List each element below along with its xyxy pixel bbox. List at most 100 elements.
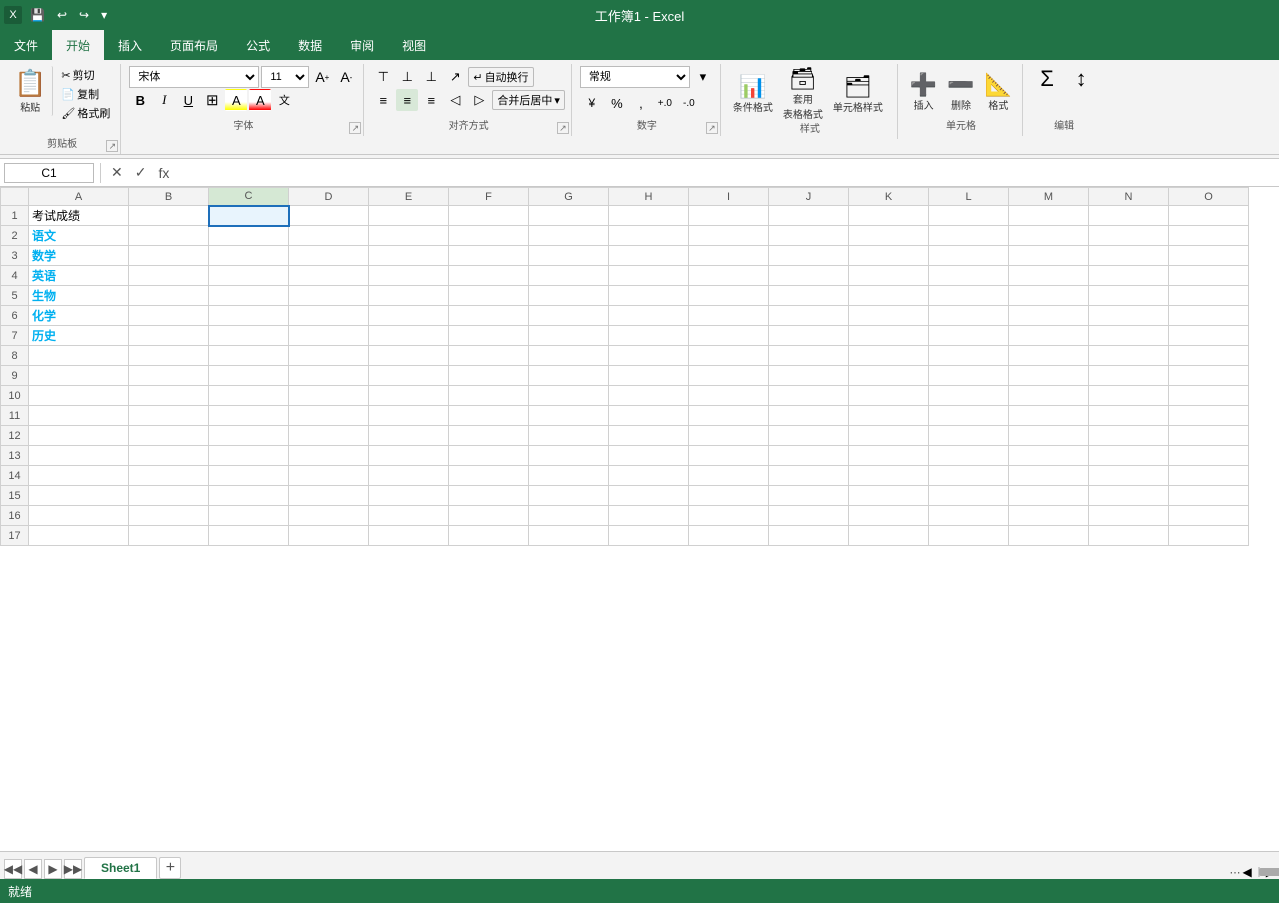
conditional-format-button[interactable]: 📊 条件格式: [729, 74, 777, 116]
delete-cells-button[interactable]: ➖ 删除: [943, 72, 978, 114]
cell-G14[interactable]: [529, 466, 609, 486]
save-button[interactable]: 💾: [26, 6, 49, 24]
cell-I7[interactable]: [689, 326, 769, 346]
paste-button[interactable]: 📋 粘贴: [10, 66, 53, 116]
scrollbar-thumb[interactable]: [1259, 868, 1279, 876]
cell-J9[interactable]: [769, 366, 849, 386]
cell-O8[interactable]: [1169, 346, 1249, 366]
cell-J11[interactable]: [769, 406, 849, 426]
cell-D12[interactable]: [289, 426, 369, 446]
cell-N5[interactable]: [1089, 286, 1169, 306]
cell-K15[interactable]: [849, 486, 929, 506]
cell-M2[interactable]: [1009, 226, 1089, 246]
col-header-F[interactable]: F: [449, 188, 529, 206]
cell-B5[interactable]: [129, 286, 209, 306]
cell-E8[interactable]: [369, 346, 449, 366]
cell-N6[interactable]: [1089, 306, 1169, 326]
cell-I13[interactable]: [689, 446, 769, 466]
cell-B12[interactable]: [129, 426, 209, 446]
cell-O2[interactable]: [1169, 226, 1249, 246]
row-header-13[interactable]: 13: [1, 446, 29, 466]
cell-G16[interactable]: [529, 506, 609, 526]
cell-J16[interactable]: [769, 506, 849, 526]
cell-B1[interactable]: [129, 206, 209, 226]
font-name-select[interactable]: 宋体: [129, 66, 259, 88]
cell-K10[interactable]: [849, 386, 929, 406]
sheet-nav-first[interactable]: ◀◀: [4, 859, 22, 879]
cell-O12[interactable]: [1169, 426, 1249, 446]
cell-B14[interactable]: [129, 466, 209, 486]
cell-I9[interactable]: [689, 366, 769, 386]
cell-F14[interactable]: [449, 466, 529, 486]
col-header-A[interactable]: A: [29, 188, 129, 206]
cell-H4[interactable]: [609, 266, 689, 286]
cell-N4[interactable]: [1089, 266, 1169, 286]
cell-F1[interactable]: [449, 206, 529, 226]
row-header-16[interactable]: 16: [1, 506, 29, 526]
cell-I17[interactable]: [689, 526, 769, 546]
cell-H14[interactable]: [609, 466, 689, 486]
cell-M9[interactable]: [1009, 366, 1089, 386]
comma-button[interactable]: ,: [630, 92, 652, 114]
col-header-L[interactable]: L: [929, 188, 1009, 206]
cell-F5[interactable]: [449, 286, 529, 306]
cell-M6[interactable]: [1009, 306, 1089, 326]
cell-N2[interactable]: [1089, 226, 1169, 246]
cell-K3[interactable]: [849, 246, 929, 266]
mid-align-button[interactable]: ⊥: [396, 66, 418, 88]
cell-A15[interactable]: [29, 486, 129, 506]
cell-F7[interactable]: [449, 326, 529, 346]
tab-data[interactable]: 数据: [284, 30, 336, 60]
cell-G4[interactable]: [529, 266, 609, 286]
col-header-H[interactable]: H: [609, 188, 689, 206]
cell-A10[interactable]: [29, 386, 129, 406]
row-header-11[interactable]: 11: [1, 406, 29, 426]
cell-D9[interactable]: [289, 366, 369, 386]
cell-H16[interactable]: [609, 506, 689, 526]
col-header-O[interactable]: O: [1169, 188, 1249, 206]
cell-O11[interactable]: [1169, 406, 1249, 426]
col-header-G[interactable]: G: [529, 188, 609, 206]
cell-I1[interactable]: [689, 206, 769, 226]
cell-J4[interactable]: [769, 266, 849, 286]
col-header-B[interactable]: B: [129, 188, 209, 206]
cell-B6[interactable]: [129, 306, 209, 326]
percent-button[interactable]: %: [606, 92, 628, 114]
cell-I5[interactable]: [689, 286, 769, 306]
cell-I3[interactable]: [689, 246, 769, 266]
cell-A17[interactable]: [29, 526, 129, 546]
cell-F12[interactable]: [449, 426, 529, 446]
wrap-text-button[interactable]: ↵ 自动换行: [468, 67, 533, 87]
special-chars-button[interactable]: 文: [273, 89, 295, 111]
cell-O3[interactable]: [1169, 246, 1249, 266]
cell-A16[interactable]: [29, 506, 129, 526]
tab-file[interactable]: 文件: [0, 30, 52, 60]
cell-L4[interactable]: [929, 266, 1009, 286]
quick-access-toolbar[interactable]: X 💾 ↩ ↪ ▾: [4, 6, 111, 24]
cell-M7[interactable]: [1009, 326, 1089, 346]
cell-F17[interactable]: [449, 526, 529, 546]
cell-E7[interactable]: [369, 326, 449, 346]
format-painter-button[interactable]: 🖌 格式刷: [57, 104, 114, 122]
row-header-17[interactable]: 17: [1, 526, 29, 546]
cancel-formula-button[interactable]: ✕: [107, 164, 127, 181]
cell-G13[interactable]: [529, 446, 609, 466]
horizontal-scrollbar[interactable]: ◀ ▶: [1243, 865, 1275, 879]
cell-A4[interactable]: 英语: [29, 266, 129, 286]
more-qat-button[interactable]: ▾: [97, 6, 111, 24]
cell-E13[interactable]: [369, 446, 449, 466]
cell-C15[interactable]: [209, 486, 289, 506]
cell-N7[interactable]: [1089, 326, 1169, 346]
cell-A2[interactable]: 语文: [29, 226, 129, 246]
cell-J13[interactable]: [769, 446, 849, 466]
cell-N12[interactable]: [1089, 426, 1169, 446]
cell-M17[interactable]: [1009, 526, 1089, 546]
cell-M12[interactable]: [1009, 426, 1089, 446]
decrease-font-button[interactable]: A-: [335, 66, 357, 88]
col-header-C[interactable]: C: [209, 188, 289, 206]
cell-style-button[interactable]: 🗂 单元格样式: [829, 74, 887, 116]
cell-J3[interactable]: [769, 246, 849, 266]
cell-G5[interactable]: [529, 286, 609, 306]
cell-G11[interactable]: [529, 406, 609, 426]
row-header-5[interactable]: 5: [1, 286, 29, 306]
